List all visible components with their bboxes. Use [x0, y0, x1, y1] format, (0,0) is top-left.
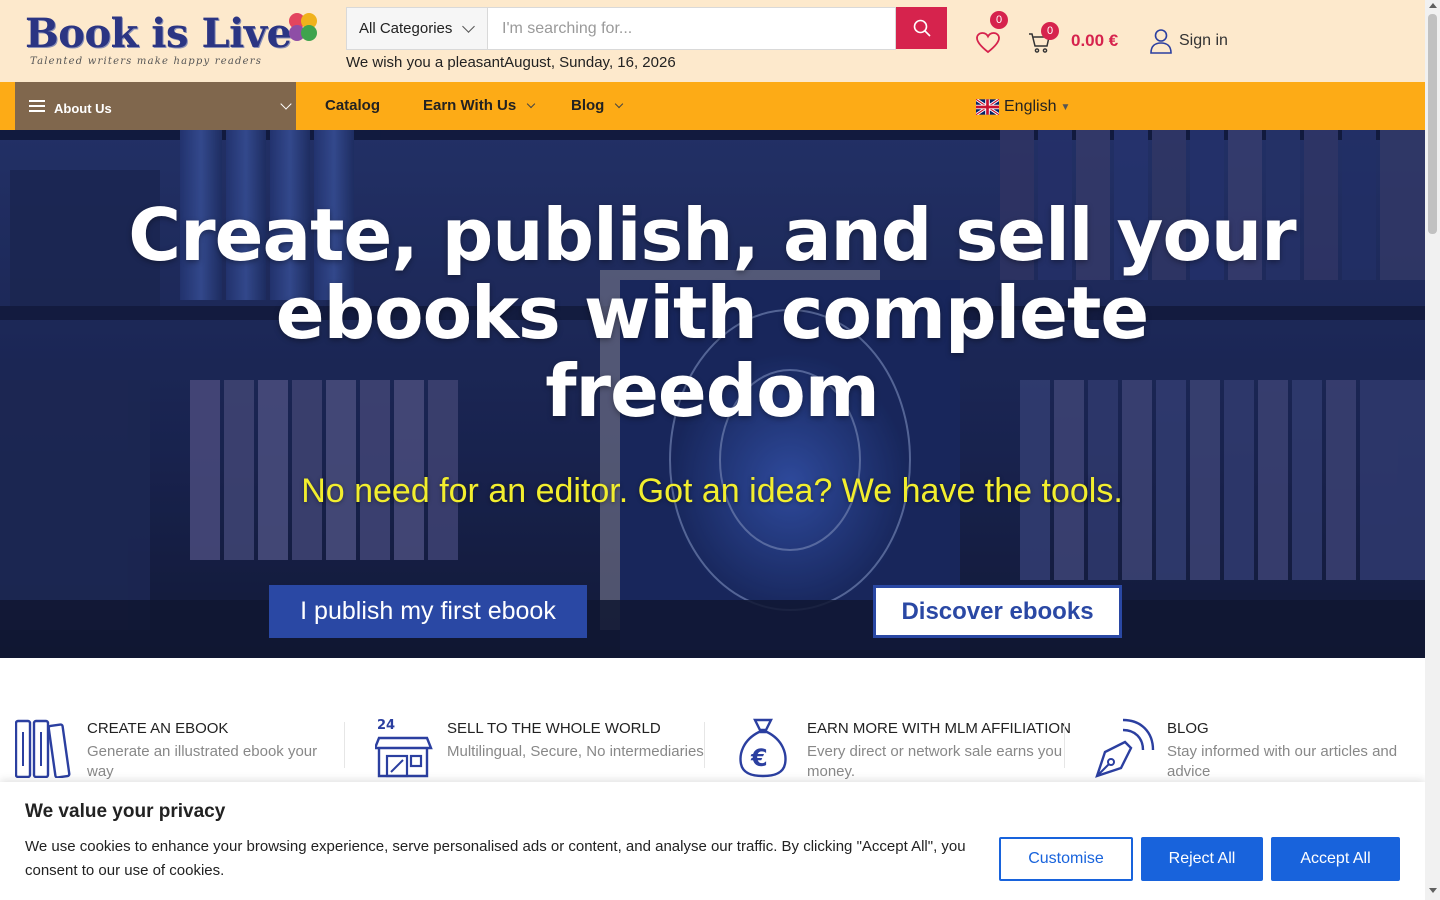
hamburger-icon [29, 100, 45, 112]
store-24-icon: 24 [375, 718, 433, 778]
feature-description: Every direct or network sale earns you m… [807, 743, 1063, 780]
cookie-text: We use cookies to enhance your browsing … [25, 838, 966, 879]
caret-down-icon: ▼ [1060, 101, 1071, 113]
wishlist-heart-icon[interactable] [975, 30, 1001, 56]
nav-item-blog[interactable]: Blog [571, 97, 624, 114]
cart-count-badge: 0 [1041, 22, 1059, 40]
wishlist-count-badge: 0 [990, 11, 1008, 29]
scroll-down-arrow-icon[interactable] [1429, 888, 1437, 893]
logo-tagline: Talented writers make happy readers [30, 56, 263, 67]
main-nav: About Us Catalog Earn With Us Blog Engli… [0, 82, 1425, 130]
language-label: English [1004, 98, 1057, 115]
svg-text:24: 24 [377, 718, 395, 733]
nav-item-catalog[interactable]: Catalog [325, 97, 380, 114]
language-selector[interactable]: English ▼ [976, 98, 1070, 116]
about-us-menu[interactable]: About Us [15, 82, 296, 130]
feature-title: EARN MORE WITH MLM AFFILIATION [807, 720, 1071, 737]
top-header: Book is Live Talented writers make happy… [0, 0, 1425, 82]
clover-icon [289, 13, 317, 41]
discover-ebooks-button[interactable]: Discover ebooks [873, 585, 1122, 638]
nav-item-label: Earn With Us [423, 97, 517, 114]
publish-first-ebook-button[interactable]: I publish my first ebook [269, 585, 587, 638]
feature-divider [1064, 722, 1065, 768]
hero-subtitle: No need for an editor. Got an idea? We h… [301, 472, 1123, 510]
feature-mlm-affiliation[interactable]: € EARN MORE WITH MLM AFFILIATION Every d… [735, 716, 1080, 782]
hero-banner: Create, publish, and sell your ebooks wi… [0, 130, 1425, 658]
nav-item-label: Catalog [325, 97, 381, 114]
logo-text: Book is Live [25, 10, 292, 57]
feature-title: CREATE AN EBOOK [87, 720, 229, 737]
feature-title: BLOG [1167, 720, 1209, 737]
chevron-down-icon [615, 99, 624, 109]
cart-total[interactable]: 0.00 € [1071, 31, 1118, 51]
feature-sell-worldwide[interactable]: 24 SELL TO THE WHOLE WORLD Multilingual,… [375, 716, 720, 782]
nav-item-label: Blog [571, 97, 605, 114]
category-select-value: All Categories [359, 20, 453, 37]
feature-description: Generate an illustrated ebook your way [87, 743, 318, 780]
feature-blog[interactable]: BLOG Stay informed with our articles and… [1095, 716, 1440, 782]
hero-title: Create, publish, and sell your ebooks wi… [128, 193, 1296, 433]
scroll-up-arrow-icon[interactable] [1429, 3, 1437, 8]
feature-title: SELL TO THE WHOLE WORLD [447, 720, 661, 737]
page-scrollbar[interactable] [1425, 0, 1440, 900]
pen-broadcast-icon [1095, 718, 1155, 778]
search-input[interactable] [487, 7, 896, 50]
customise-button[interactable]: Customise [999, 837, 1133, 881]
feature-divider [704, 722, 705, 768]
reject-all-button[interactable]: Reject All [1141, 837, 1263, 881]
nav-item-earn-with-us[interactable]: Earn With Us [423, 97, 536, 114]
cookie-title: We value your privacy [25, 801, 226, 822]
chevron-down-icon [280, 98, 292, 110]
uk-flag-icon [976, 99, 999, 115]
feature-description: Multilingual, Secure, No intermediaries [447, 743, 704, 760]
chevron-down-icon [462, 20, 475, 33]
accept-all-button[interactable]: Accept All [1271, 837, 1400, 881]
books-icon [15, 719, 71, 778]
search-button[interactable] [896, 7, 947, 49]
feature-description: Stay informed with our articles and advi… [1167, 743, 1398, 780]
category-select[interactable]: All Categories [346, 7, 487, 50]
site-logo[interactable]: Book is Live Talented writers make happy… [25, 10, 325, 72]
money-bag-euro-icon: € [739, 718, 787, 778]
user-icon[interactable] [1149, 28, 1173, 54]
cookie-consent-banner: We value your privacy We use cookies to … [0, 782, 1425, 900]
search-icon [913, 19, 931, 37]
about-us-label: About Us [54, 101, 112, 116]
greeting-text: We wish you a pleasantAugust, Sunday, 16… [346, 54, 676, 71]
svg-text:€: € [750, 744, 768, 772]
chevron-down-icon [526, 99, 536, 109]
scrollbar-thumb[interactable] [1428, 14, 1437, 234]
feature-divider [344, 722, 345, 768]
sign-in-link[interactable]: Sign in [1179, 32, 1228, 50]
feature-create-ebook[interactable]: CREATE AN EBOOK Generate an illustrated … [15, 716, 360, 782]
